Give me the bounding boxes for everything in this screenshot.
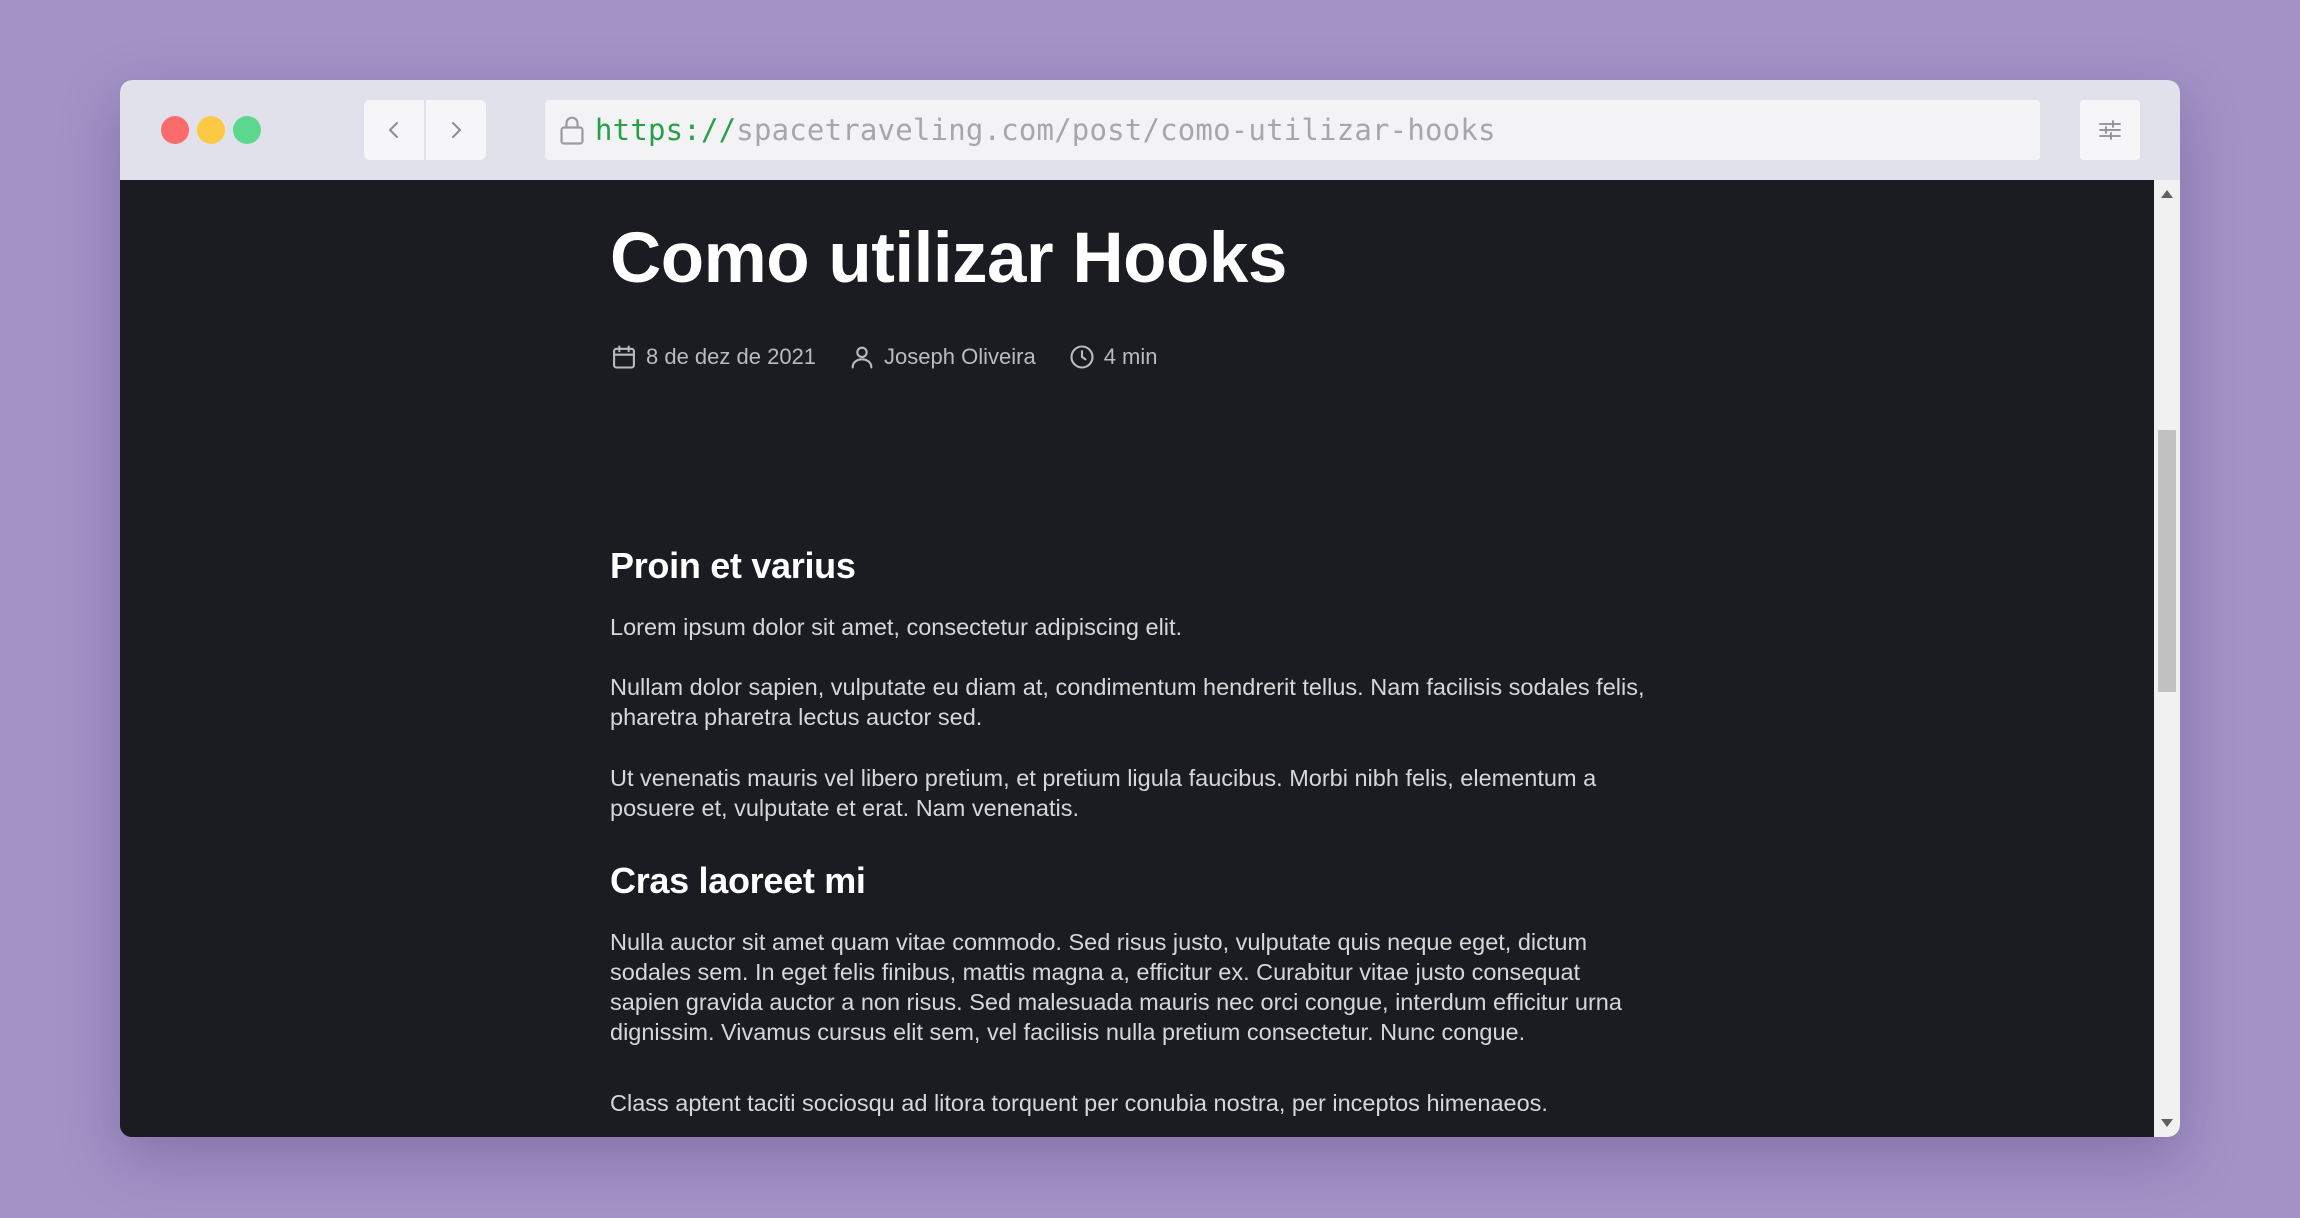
url-scheme: https:// xyxy=(595,113,737,147)
vertical-scrollbar[interactable] xyxy=(2154,180,2180,1137)
minimize-window-button[interactable] xyxy=(197,116,225,144)
url-path: spacetraveling.com/post/como-utilizar-ho… xyxy=(736,113,1496,147)
forward-button[interactable] xyxy=(426,100,486,160)
scrollbar-thumb[interactable] xyxy=(2158,430,2176,692)
close-window-button[interactable] xyxy=(161,116,189,144)
post-title: Como utilizar Hooks xyxy=(610,219,1287,298)
scroll-down-arrow[interactable] xyxy=(2161,1119,2173,1127)
back-button[interactable] xyxy=(364,100,424,160)
maximize-window-button[interactable] xyxy=(233,116,261,144)
post-date-text: 8 de dez de 2021 xyxy=(646,344,817,369)
paragraph: Ut venenatis mauris vel libero pretium, … xyxy=(610,765,1597,821)
page-viewport[interactable]: Como utilizar Hooks 8 de dez de 2021 Jos… xyxy=(120,180,2180,1137)
user-icon xyxy=(851,346,873,369)
post-reading-time: 4 min xyxy=(1068,343,1158,371)
sliders-icon xyxy=(2099,120,2121,140)
post-date: 8 de dez de 2021 xyxy=(610,343,816,371)
browser-toolbar: https://spacetraveling.com/post/como-uti… xyxy=(120,80,2180,180)
section-heading: Cras laoreet mi xyxy=(610,860,866,901)
settings-button[interactable] xyxy=(2080,100,2140,160)
calendar-icon xyxy=(613,345,635,369)
post-author: Joseph Oliveira xyxy=(848,343,1036,371)
post-meta: 8 de dez de 2021 Joseph Oliveira 4 min xyxy=(610,343,1189,371)
lock-icon xyxy=(560,116,584,145)
scroll-up-arrow[interactable] xyxy=(2161,190,2173,198)
post-reading-time-text: 4 min xyxy=(1103,344,1158,369)
section-heading: Proin et varius xyxy=(610,545,856,586)
address-bar[interactable]: https://spacetraveling.com/post/como-uti… xyxy=(545,100,2040,160)
clock-icon xyxy=(1070,345,1094,369)
post-author-text: Joseph Oliveira xyxy=(884,344,1036,369)
paragraph: Nullam dolor sapien, vulputate eu diam a… xyxy=(610,674,1645,730)
paragraph: Class aptent taciti sociosqu ad litora t… xyxy=(610,1090,1548,1116)
chevron-left-icon xyxy=(389,122,398,138)
paragraph: Nulla auctor sit amet quam vitae commodo… xyxy=(610,929,1622,1045)
browser-window: https://spacetraveling.com/post/como-uti… xyxy=(120,80,2180,1137)
paragraph: Lorem ipsum dolor sit amet, consectetur … xyxy=(610,614,1183,640)
url-text: https://spacetraveling.com/post/como-uti… xyxy=(595,113,1496,147)
chevron-right-icon xyxy=(452,122,461,138)
